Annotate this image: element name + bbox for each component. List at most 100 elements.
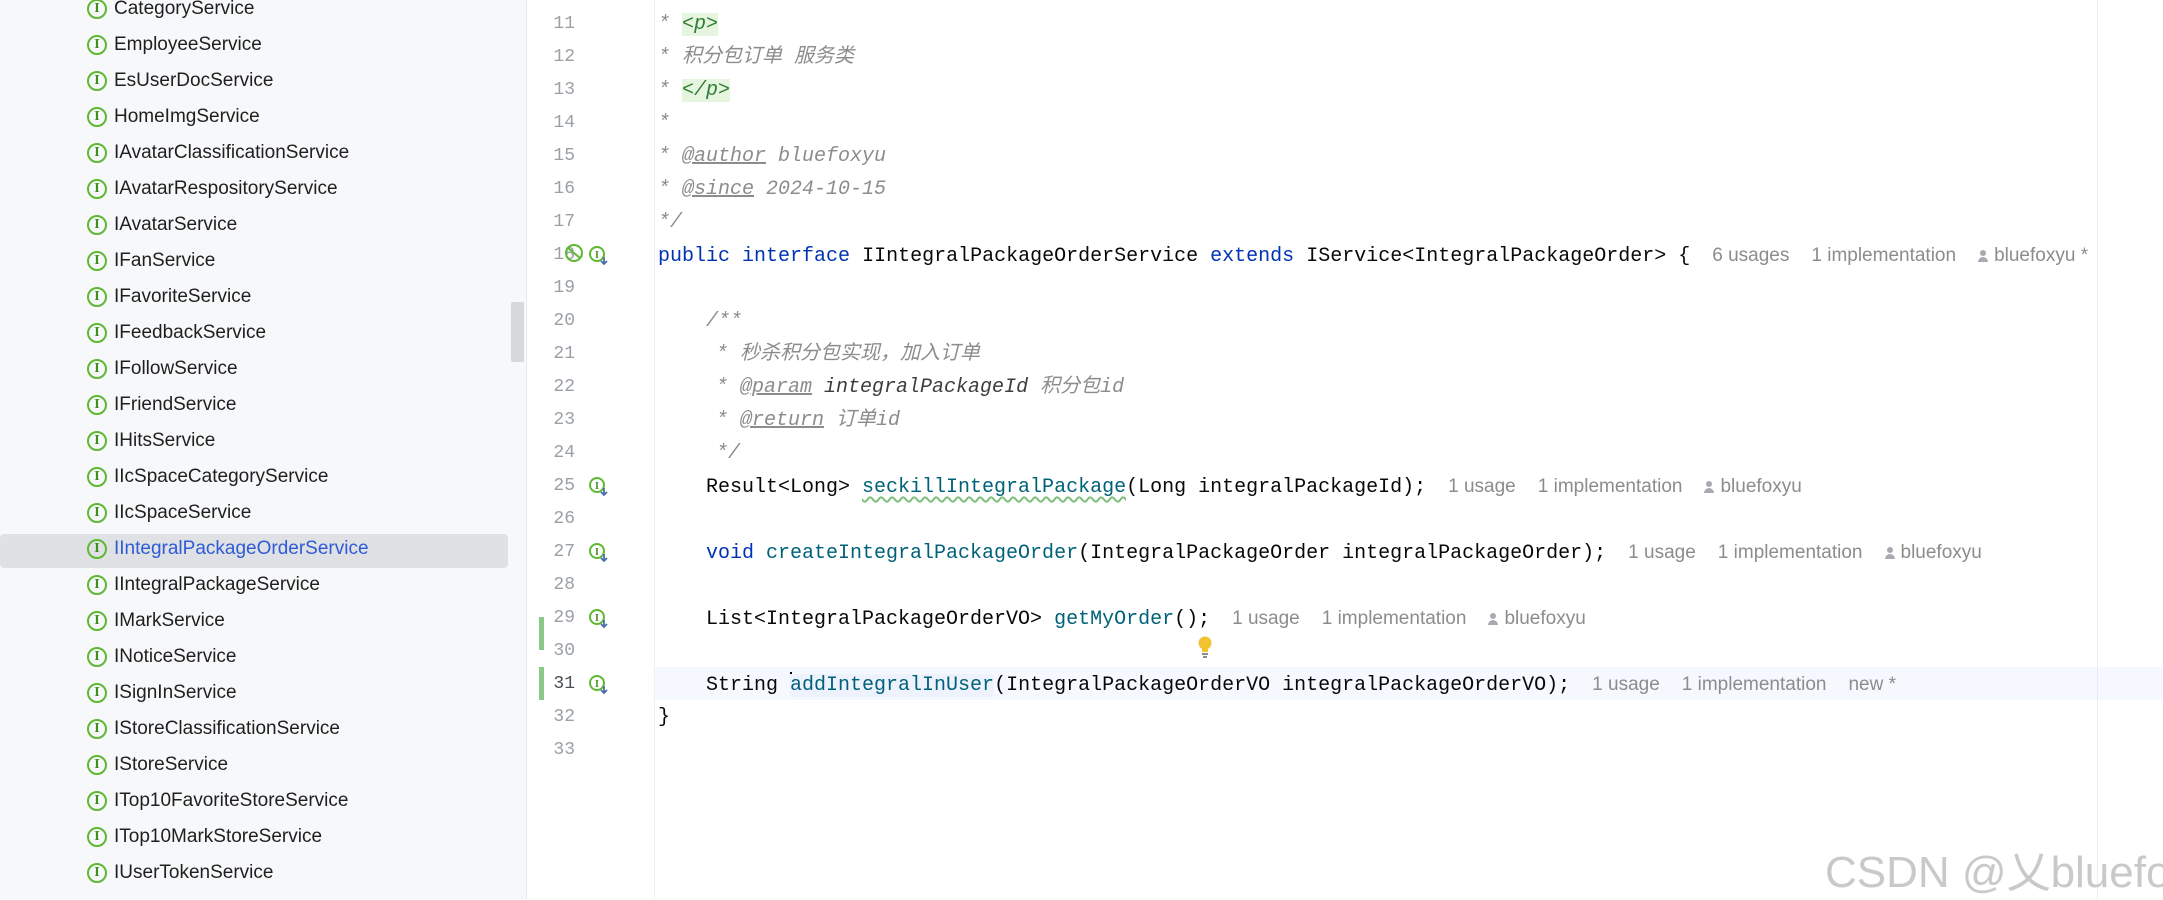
- line-number[interactable]: 23: [527, 404, 575, 437]
- line-number[interactable]: 16: [527, 173, 575, 206]
- line-number[interactable]: 29: [527, 602, 575, 635]
- code-line-11[interactable]: * <p>: [658, 8, 719, 41]
- code-line-18[interactable]: public interface IIntegralPackageOrderSe…: [658, 239, 2088, 272]
- author-hint[interactable]: bluefoxyu: [1884, 542, 1982, 563]
- tree-item[interactable]: I IHitsService: [0, 426, 508, 460]
- tree-item[interactable]: I IIntegralPackageOrderService: [0, 534, 508, 568]
- tree-item[interactable]: I ITop10FavoriteStoreService: [0, 786, 508, 820]
- implementation-hint[interactable]: 1 implementation: [1811, 245, 1956, 266]
- tree-item[interactable]: I ITop10MarkStoreService: [0, 822, 508, 856]
- author-hint[interactable]: bluefoxyu: [1704, 476, 1802, 497]
- code-line-20[interactable]: /**: [706, 305, 742, 338]
- line-number[interactable]: 24: [527, 437, 575, 470]
- line-number[interactable]: 11: [527, 8, 575, 41]
- tree-item[interactable]: I IStoreService: [0, 750, 508, 784]
- line-number[interactable]: 27: [527, 536, 575, 569]
- method-name[interactable]: createIntegralPackageOrder: [766, 542, 1078, 565]
- tree-item-label: IFriendService: [114, 394, 237, 415]
- code-line-23[interactable]: * @return 订单id: [716, 404, 900, 437]
- line-number[interactable]: 12: [527, 41, 575, 74]
- no-implementation-icon[interactable]: [563, 242, 585, 264]
- line-number[interactable]: 33: [527, 734, 575, 767]
- tree-item[interactable]: I IIntegralPackageService: [0, 570, 508, 604]
- code-line-25[interactable]: Result<Long> seckillIntegralPackage(Long…: [706, 470, 1802, 503]
- usages-hint[interactable]: 1 usage: [1592, 674, 1660, 695]
- code-line-29[interactable]: List<IntegralPackageOrderVO> getMyOrder(…: [706, 602, 1586, 635]
- tree-item[interactable]: I IIcSpaceCategoryService: [0, 462, 508, 496]
- code-line-27[interactable]: void createIntegralPackageOrder(Integral…: [706, 536, 1982, 569]
- line-number[interactable]: 15: [527, 140, 575, 173]
- tree-item[interactable]: I EsUserDocService: [0, 66, 508, 100]
- code-line-15[interactable]: * @author bluefoxyu: [658, 140, 886, 173]
- javadoc-desc: 订单id: [824, 409, 901, 432]
- tree-item-label: IStoreClassificationService: [114, 718, 340, 739]
- author-hint[interactable]: bluefoxyu: [1488, 608, 1586, 629]
- implementation-hint[interactable]: 1 implementation: [1322, 608, 1467, 629]
- implemented-method-icon[interactable]: I: [588, 607, 610, 629]
- tree-item[interactable]: I INoticeService: [0, 642, 508, 676]
- usages-hint[interactable]: 1 usage: [1628, 542, 1696, 563]
- tree-item[interactable]: I IMarkService: [0, 606, 508, 640]
- method-name[interactable]: getMyOrder: [1054, 608, 1174, 631]
- usages-hint[interactable]: 6 usages: [1712, 245, 1789, 266]
- line-number[interactable]: 14: [527, 107, 575, 140]
- line-number[interactable]: 31: [527, 668, 575, 701]
- implemented-method-icon[interactable]: I: [588, 541, 610, 563]
- html-tag: <p>: [682, 13, 719, 36]
- lightbulb-icon[interactable]: [1197, 635, 1213, 659]
- tree-item[interactable]: I EmployeeService: [0, 30, 508, 64]
- code-line-17[interactable]: */: [658, 206, 682, 239]
- tree-item[interactable]: I CategoryService: [0, 0, 508, 28]
- line-number[interactable]: 20: [527, 305, 575, 338]
- method-name[interactable]: addIntegralInUser: [790, 674, 995, 697]
- code-line-14[interactable]: *: [658, 107, 670, 140]
- tree-item[interactable]: I IFanService: [0, 246, 508, 280]
- usages-hint[interactable]: 1 usage: [1448, 476, 1516, 497]
- tree-item[interactable]: I IAvatarRespositoryService: [0, 174, 508, 208]
- code-line-13[interactable]: * </p>: [658, 74, 731, 107]
- line-number[interactable]: 30: [527, 635, 575, 668]
- code-line-21[interactable]: * 秒杀积分包实现，加入订单: [716, 338, 980, 371]
- code-line-32[interactable]: }: [658, 701, 670, 734]
- line-number[interactable]: 28: [527, 569, 575, 602]
- author-hint[interactable]: new *: [1848, 674, 1896, 695]
- tree-item[interactable]: I IFavoriteService: [0, 282, 508, 316]
- tree-item[interactable]: I ISignInService: [0, 678, 508, 712]
- tree-item[interactable]: I IStoreClassificationService: [0, 714, 508, 748]
- code-line-16[interactable]: * @since 2024-10-15: [658, 173, 886, 206]
- code-line-22[interactable]: * @param integralPackageId 积分包id: [716, 371, 1124, 404]
- code-line-24[interactable]: */: [716, 437, 740, 470]
- tree-item[interactable]: I IAvatarClassificationService: [0, 138, 508, 172]
- line-number[interactable]: 25: [527, 470, 575, 503]
- usages-hint[interactable]: 1 usage: [1232, 608, 1300, 629]
- tree-item[interactable]: I HomeImgService: [0, 102, 508, 136]
- tree-item[interactable]: I IFeedbackService: [0, 318, 508, 352]
- tree-scrollbar[interactable]: [511, 302, 524, 362]
- line-number[interactable]: 17: [527, 206, 575, 239]
- implemented-method-icon[interactable]: I: [588, 475, 610, 497]
- interface-icon: I: [87, 71, 107, 91]
- implementation-hint[interactable]: 1 implementation: [1538, 476, 1683, 497]
- person-icon: [1978, 250, 1989, 262]
- tree-item[interactable]: I IIcSpaceService: [0, 498, 508, 532]
- line-number[interactable]: 13: [527, 74, 575, 107]
- tree-item[interactable]: I IFollowService: [0, 354, 508, 388]
- tree-item[interactable]: I IUserTokenService: [0, 858, 508, 892]
- code-line-31[interactable]: String addIntegralInUser(IntegralPackage…: [706, 668, 1896, 701]
- code-editor[interactable]: 11 12 13 14 15 16 17 18 19 20 21 22 23 24 25 26 27 28 29 30…: [527, 0, 2163, 899]
- implemented-interface-icon[interactable]: I: [588, 244, 610, 266]
- implementation-hint[interactable]: 1 implementation: [1682, 674, 1827, 695]
- code-line-12[interactable]: * 积分包订单 服务类: [658, 41, 854, 74]
- method-name[interactable]: seckillIntegralPackage: [862, 476, 1126, 499]
- line-number[interactable]: 26: [527, 503, 575, 536]
- implemented-method-icon[interactable]: I: [588, 673, 610, 695]
- line-number[interactable]: 19: [527, 272, 575, 305]
- tree-item[interactable]: I IAvatarService: [0, 210, 508, 244]
- line-number[interactable]: 32: [527, 701, 575, 734]
- line-number[interactable]: 22: [527, 371, 575, 404]
- line-number[interactable]: 21: [527, 338, 575, 371]
- implementation-hint[interactable]: 1 implementation: [1718, 542, 1863, 563]
- author-hint[interactable]: bluefoxyu *: [1978, 245, 2088, 266]
- interface-icon: I: [87, 0, 107, 19]
- tree-item[interactable]: I IFriendService: [0, 390, 508, 424]
